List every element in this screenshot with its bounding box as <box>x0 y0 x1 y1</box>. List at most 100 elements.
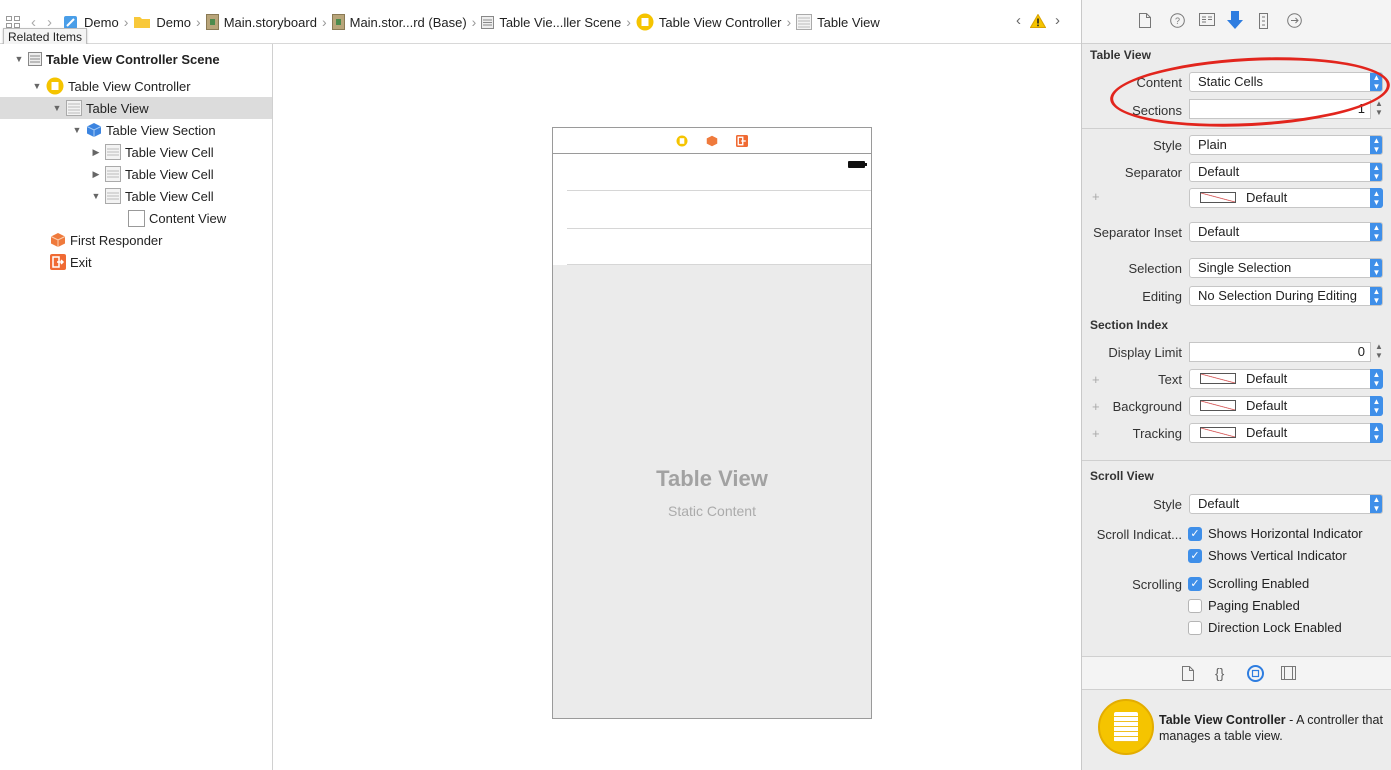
index-background-color-popup[interactable]: Default ▲ ▼ <box>1189 396 1383 416</box>
storyboard-file-icon <box>331 14 345 30</box>
breadcrumb-separator: › <box>321 14 327 30</box>
breadcrumb: ‹ › Demo › Demo › Main.storyboard › Main… <box>6 12 880 32</box>
crumb-storyboard-base[interactable]: Main.stor...rd (Base) <box>331 14 467 30</box>
next-issue-icon[interactable]: › <box>1055 12 1060 29</box>
scroll-style-popup[interactable]: Default ▲ ▼ <box>1189 494 1383 514</box>
scrolling-enabled-checkbox[interactable]: ✓ Scrolling Enabled <box>1188 576 1309 591</box>
popup-arrows-icon: ▲ ▼ <box>1370 136 1382 154</box>
popup-arrows-icon: ▲ ▼ <box>1370 287 1382 305</box>
code-snippet-library-icon[interactable]: {} <box>1215 665 1224 681</box>
storyboard-canvas[interactable]: Table View Static Content <box>274 44 1081 770</box>
editing-popup[interactable]: No Selection During Editing ▲ ▼ <box>1189 286 1383 306</box>
outline-item-cell[interactable]: ▶ Table View Cell <box>0 163 272 185</box>
view-icon <box>128 209 145 227</box>
separator-inset-label: Separator Inset <box>1093 225 1182 240</box>
library-tabs: {} <box>1082 656 1391 690</box>
separator-inset-popup[interactable]: Default ▲ ▼ <box>1189 222 1383 242</box>
object-library-icon[interactable] <box>1247 665 1264 682</box>
color-swatch <box>1200 192 1236 203</box>
file-inspector-icon[interactable] <box>1139 13 1151 28</box>
scrolling-label: Scrolling <box>1132 577 1182 592</box>
direction-lock-checkbox[interactable]: Direction Lock Enabled <box>1188 620 1342 635</box>
selection-popup[interactable]: Single Selection ▲ ▼ <box>1189 258 1383 278</box>
outline-item-section[interactable]: ▼ Table View Section <box>0 119 272 141</box>
issue-navigator: ‹ › <box>1016 12 1060 29</box>
previous-issue-icon[interactable]: ‹ <box>1016 12 1021 29</box>
disclosure-closed-icon[interactable]: ▶ <box>90 147 102 158</box>
table-cell-icon <box>105 188 121 204</box>
sections-stepper[interactable]: ▲ ▼ <box>1374 99 1384 119</box>
battery-icon <box>848 161 867 168</box>
disclosure-open-icon[interactable]: ▼ <box>90 191 102 201</box>
connections-inspector-icon[interactable] <box>1287 13 1302 28</box>
add-variation-icon[interactable]: + <box>1092 189 1100 204</box>
outline-item-content-view[interactable]: Content View <box>0 207 272 229</box>
outline-item-table-view[interactable]: ▼ Table View <box>0 97 272 119</box>
popup-arrows-icon: ▲ ▼ <box>1370 163 1382 181</box>
file-template-library-icon[interactable] <box>1182 666 1194 681</box>
table-view-placeholder-subtitle: Static Content <box>668 503 756 519</box>
separator-color-popup[interactable]: Default ▲ ▼ <box>1189 188 1383 208</box>
outline-item-scene[interactable]: ▼ Table View Controller Scene <box>0 48 272 70</box>
attributes-inspector-icon[interactable] <box>1226 10 1244 30</box>
color-swatch <box>1200 373 1236 384</box>
crumb-controller[interactable]: Table View Controller <box>636 13 782 31</box>
scene-icon <box>28 52 42 66</box>
breadcrumb-separator: › <box>626 14 631 30</box>
table-view-controller-scene[interactable]: Table View Static Content <box>552 127 872 719</box>
disclosure-open-icon[interactable]: ▼ <box>51 103 63 113</box>
exit-icon[interactable] <box>736 134 748 147</box>
shows-horizontal-checkbox[interactable]: ✓ Shows Horizontal Indicator <box>1188 526 1363 541</box>
scene-dock <box>553 128 871 154</box>
divider <box>1082 460 1391 461</box>
warning-icon[interactable] <box>1030 13 1046 28</box>
scroll-view-section-title: Scroll View <box>1090 469 1154 483</box>
first-responder-cube-icon[interactable] <box>706 135 718 147</box>
scene-icon <box>481 15 495 29</box>
disclosure-closed-icon[interactable]: ▶ <box>90 169 102 180</box>
scroll-style-label: Style <box>1153 497 1182 512</box>
exit-icon <box>50 254 66 270</box>
help-inspector-icon[interactable]: ? <box>1170 13 1185 28</box>
style-popup[interactable]: Plain ▲ ▼ <box>1189 135 1383 155</box>
index-tracking-label: Tracking <box>1132 426 1182 441</box>
table-view-icon <box>796 14 813 30</box>
crumb-scene[interactable]: Table Vie...ller Scene <box>481 15 621 30</box>
display-limit-field[interactable]: 0 <box>1189 342 1371 362</box>
outline-item-cell[interactable]: ▼ Table View Cell <box>0 185 272 207</box>
breadcrumb-separator: › <box>196 14 201 30</box>
editing-label: Editing <box>1142 289 1182 304</box>
paging-enabled-checkbox[interactable]: Paging Enabled <box>1188 598 1300 613</box>
disclosure-open-icon[interactable]: ▼ <box>13 54 25 64</box>
display-limit-stepper[interactable]: ▲ ▼ <box>1374 342 1384 362</box>
outline-item-exit[interactable]: Exit <box>0 251 272 273</box>
disclosure-open-icon[interactable]: ▼ <box>31 81 43 91</box>
shows-vertical-checkbox[interactable]: ✓ Shows Vertical Indicator <box>1188 548 1347 563</box>
separator-popup[interactable]: Default ▲ ▼ <box>1189 162 1383 182</box>
library-item-description[interactable]: Table View Controller - A controller tha… <box>1082 691 1391 770</box>
size-inspector-icon[interactable] <box>1259 13 1268 29</box>
breadcrumb-separator: › <box>786 14 792 30</box>
table-view-placeholder-title: Table View <box>656 466 768 491</box>
separator-label: Separator <box>1124 165 1182 180</box>
popup-arrows-icon: ▲ ▼ <box>1370 223 1382 241</box>
folder-icon <box>133 15 151 29</box>
crumb-folder[interactable]: Demo <box>133 15 191 30</box>
disclosure-open-icon[interactable]: ▼ <box>71 125 83 135</box>
media-library-icon[interactable] <box>1281 666 1296 680</box>
index-text-color-popup[interactable]: Default ▲ ▼ <box>1189 369 1383 389</box>
related-items-icon[interactable] <box>6 16 20 28</box>
popup-arrows-icon: ▲ ▼ <box>1370 259 1382 277</box>
index-tracking-color-popup[interactable]: Default ▲ ▼ <box>1189 423 1383 443</box>
identity-inspector-icon[interactable] <box>1199 13 1215 26</box>
jump-bar: ‹ › Demo › Demo › Main.storyboard › Main… <box>0 0 1081 46</box>
popup-arrows-icon: ▲ ▼ <box>1370 188 1383 208</box>
crumb-table-view[interactable]: Table View <box>796 14 880 30</box>
crumb-storyboard[interactable]: Main.storyboard <box>205 14 317 30</box>
outline-item-controller[interactable]: ▼ Table View Controller <box>0 75 272 97</box>
checkmark-icon: ✓ <box>1188 548 1202 563</box>
view-controller-icon[interactable] <box>676 135 688 147</box>
outline-item-first-responder[interactable]: First Responder <box>0 229 272 251</box>
index-text-label: Text <box>1158 372 1182 387</box>
outline-item-cell[interactable]: ▶ Table View Cell <box>0 141 272 163</box>
